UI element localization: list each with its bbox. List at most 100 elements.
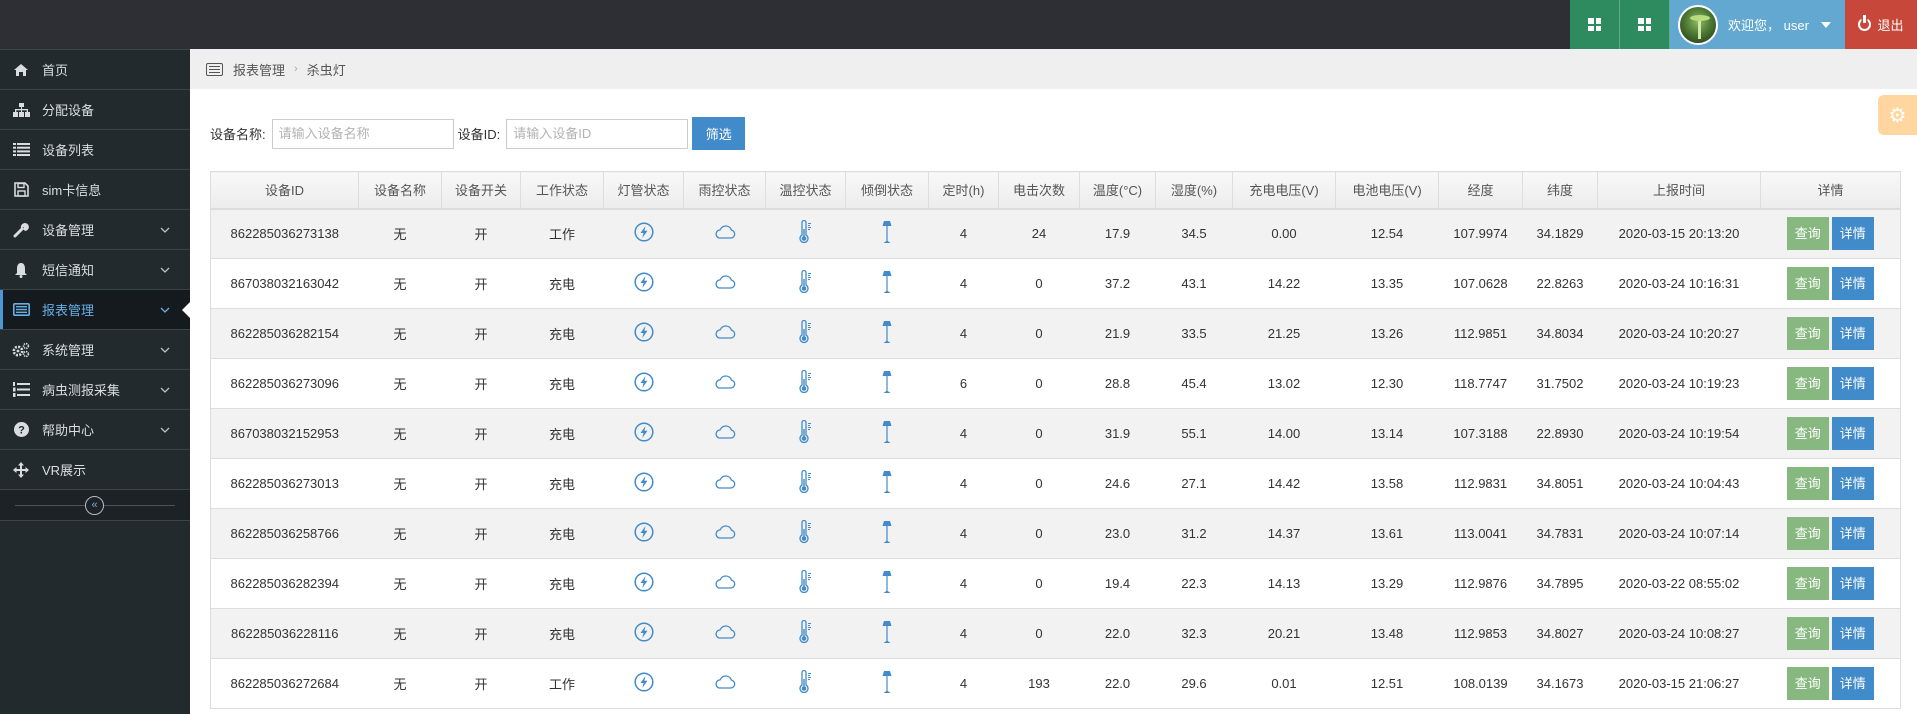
- cell-temp: 37.2: [1079, 258, 1156, 309]
- cell-time: 2020-03-24 10:16:31: [1597, 258, 1761, 309]
- detail-button[interactable]: 详情: [1831, 217, 1874, 251]
- lightning-icon: [633, 622, 654, 645]
- device-id-input[interactable]: [506, 118, 689, 149]
- cell-lat: 22.8930: [1522, 408, 1598, 459]
- user-menu[interactable]: 欢迎您， user: [1670, 0, 1845, 49]
- sidebar-item-8[interactable]: 系统管理: [0, 329, 190, 369]
- report-icon: [0, 303, 42, 316]
- cell-charge_v: 0.00: [1232, 208, 1336, 259]
- sidebar-item-4[interactable]: sim卡信息: [0, 169, 190, 209]
- cell-name: 无: [358, 258, 442, 309]
- table-header-row: 设备ID 设备名称 设备开关 工作状态 灯管状态 雨控状态 温控状态 倾倒状态 定时(h) 电击次…: [210, 171, 1901, 210]
- query-button[interactable]: 查询: [1786, 417, 1829, 450]
- query-button[interactable]: 查询: [1786, 517, 1829, 550]
- sidebar-item-5[interactable]: 设备管理: [0, 209, 190, 249]
- column-header: 定时(h): [928, 171, 999, 210]
- cell-switch: 开: [441, 358, 521, 409]
- cell-humidity: 29.6: [1155, 658, 1233, 709]
- sidebar-item-2[interactable]: 分配设备: [0, 89, 190, 129]
- cell-lat: 34.7831: [1522, 508, 1598, 559]
- cell-temp: 21.9: [1079, 308, 1156, 359]
- query-button[interactable]: 查询: [1786, 367, 1829, 400]
- sidebar-item-6[interactable]: 短信通知: [0, 249, 190, 289]
- cell-timer: 4: [928, 458, 999, 509]
- sidebar-item-label: 首页: [42, 63, 69, 78]
- username: user: [1783, 18, 1809, 33]
- detail-button[interactable]: 详情: [1831, 617, 1874, 650]
- cloud-icon: [714, 575, 736, 592]
- sidebar-item-1[interactable]: 首页: [0, 49, 190, 89]
- sidebar-item-3[interactable]: 设备列表: [0, 129, 190, 169]
- query-button[interactable]: 查询: [1786, 617, 1829, 650]
- chevron-down-icon: [160, 224, 190, 236]
- qrcode-button-2[interactable]: [1620, 0, 1670, 49]
- cell-switch: 开: [441, 558, 521, 609]
- cell-shocks: 0: [998, 308, 1080, 359]
- query-button[interactable]: 查询: [1786, 667, 1829, 700]
- cell-charge_v: 14.37: [1232, 508, 1336, 559]
- column-header: 工作状态: [520, 171, 604, 210]
- cell-temp-status: [765, 458, 846, 509]
- cell-temp: 24.6: [1079, 458, 1156, 509]
- cell-name: 无: [358, 358, 442, 409]
- detail-button[interactable]: 详情: [1831, 317, 1874, 350]
- device-name-input[interactable]: [271, 118, 454, 149]
- cell-humidity: 32.3: [1155, 608, 1233, 659]
- settings-toggle[interactable]: ⚙: [1878, 95, 1917, 135]
- sidebar-item-10[interactable]: ? 帮助中心: [0, 409, 190, 449]
- cell-time: 2020-03-24 10:20:27: [1597, 308, 1761, 359]
- caret-down-icon: [1820, 21, 1831, 28]
- cell-temp-status: [765, 308, 846, 359]
- detail-button[interactable]: 详情: [1831, 417, 1874, 450]
- cell-lamp-status: [603, 658, 684, 709]
- qrcode-button-1[interactable]: [1570, 0, 1620, 49]
- query-button[interactable]: 查询: [1786, 267, 1829, 300]
- detail-button[interactable]: 详情: [1831, 367, 1874, 400]
- query-button[interactable]: 查询: [1786, 317, 1829, 350]
- cell-lng: 112.9876: [1438, 558, 1523, 609]
- cell-charge_v: 13.02: [1232, 358, 1336, 409]
- sidebar-item-label: sim卡信息: [42, 183, 102, 198]
- sidebar-item-label: 病虫测报采集: [42, 383, 121, 398]
- cell-battery_v: 13.61: [1335, 508, 1439, 559]
- detail-button[interactable]: 详情: [1831, 467, 1874, 500]
- cell-switch: 开: [441, 508, 521, 559]
- cloud-icon: [714, 675, 736, 692]
- cell-rain-status: [683, 558, 766, 609]
- device-table-wrapper: 设备ID 设备名称 设备开关 工作状态 灯管状态 雨控状态 温控状态 倾倒状态 定时(h) 电击次…: [210, 171, 1901, 709]
- sidebar-item-11[interactable]: VR展示: [0, 449, 190, 489]
- cell-lamp-status: [603, 258, 684, 309]
- detail-button[interactable]: 详情: [1831, 267, 1874, 300]
- query-button[interactable]: 查询: [1786, 217, 1829, 251]
- cell-tilt-status: [845, 358, 929, 409]
- query-button[interactable]: 查询: [1786, 567, 1829, 600]
- detail-button[interactable]: 详情: [1831, 517, 1874, 550]
- cell-lamp-status: [603, 308, 684, 359]
- welcome-text: 欢迎您，: [1728, 18, 1781, 33]
- cell-charge_v: 0.01: [1232, 658, 1336, 709]
- column-header: 温控状态: [765, 171, 846, 210]
- device-id-label: 设备ID:: [457, 127, 501, 142]
- cell-lamp-status: [603, 458, 684, 509]
- cell-lng: 108.0139: [1438, 658, 1523, 709]
- query-button[interactable]: 查询: [1786, 467, 1829, 500]
- sidebar-item-label: 分配设备: [42, 103, 95, 118]
- breadcrumb-parent[interactable]: 报表管理: [233, 60, 285, 79]
- sidebar-item-7[interactable]: 报表管理: [0, 289, 190, 329]
- cell-temp: 22.0: [1079, 658, 1156, 709]
- cell-name: 无: [358, 508, 442, 559]
- column-header: 充电电压(V): [1232, 171, 1336, 210]
- sidebar-collapse-button[interactable]: «: [85, 496, 104, 515]
- detail-button[interactable]: 详情: [1831, 567, 1874, 600]
- sidebar-item-9[interactable]: 病虫测报采集: [0, 369, 190, 409]
- svg-text:?: ?: [18, 425, 25, 437]
- cell-rain-status: [683, 208, 766, 259]
- table-row: 867038032152953 无开充电 4 0 31.9 55.1 14.00 13.14 1…: [210, 408, 1901, 459]
- sidebar-item-label: 设备管理: [42, 223, 95, 238]
- main-content: 报表管理 › 杀虫灯 ⚙ 设备名称: 设备ID: 筛选 设备ID设备名称设备开关…: [190, 49, 1917, 714]
- logout-button[interactable]: 退出: [1845, 0, 1917, 49]
- cell-time: 2020-03-24 10:08:27: [1597, 608, 1761, 659]
- filter-button[interactable]: 筛选: [692, 117, 746, 150]
- cell-humidity: 33.5: [1155, 308, 1233, 359]
- detail-button[interactable]: 详情: [1831, 667, 1874, 700]
